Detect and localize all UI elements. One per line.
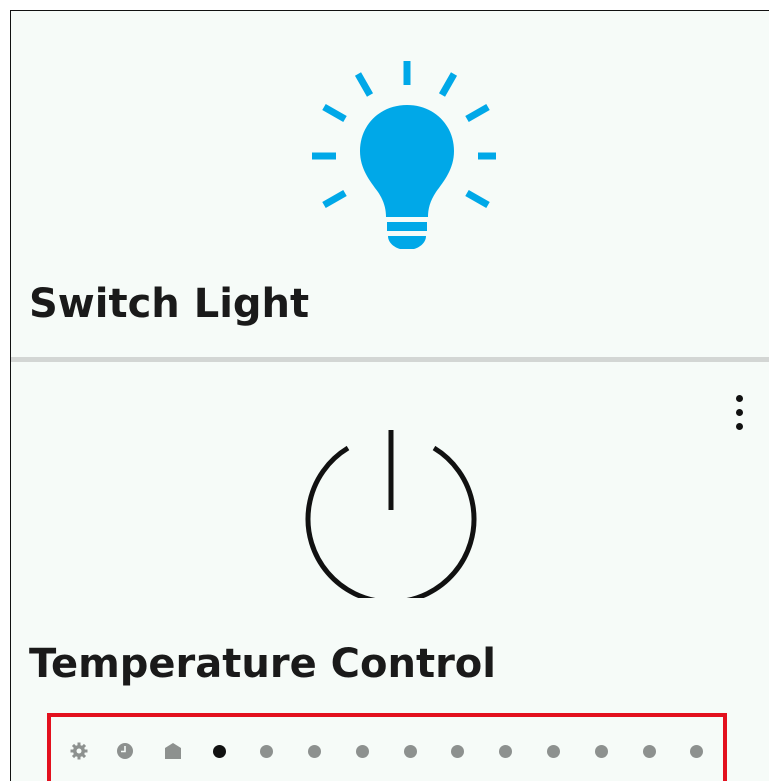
page-dot-7[interactable] <box>496 742 514 760</box>
page-dot <box>594 744 608 758</box>
page-dot <box>450 744 464 758</box>
tile-title: Switch Light <box>29 281 310 327</box>
switch-light-tile[interactable]: Switch Light <box>11 11 769 357</box>
tile-title: Temperature Control <box>29 641 496 687</box>
page-dot <box>403 744 417 758</box>
page-dot-1[interactable] <box>210 742 228 760</box>
page-dot <box>546 744 560 758</box>
page-dot-9[interactable] <box>592 742 610 760</box>
page-dot <box>689 744 703 758</box>
page-indicator <box>47 713 727 781</box>
lightbulb-icon <box>312 61 496 249</box>
page-dot <box>498 744 512 758</box>
page-dot-6[interactable] <box>448 742 466 760</box>
settings-icon <box>70 742 88 760</box>
page-dot-3[interactable] <box>305 742 323 760</box>
more-vertical-icon <box>735 394 743 402</box>
page-dot-8[interactable] <box>544 742 562 760</box>
page-dot-11[interactable] <box>687 742 705 760</box>
device-screen: Switch Light Temperature Control <box>10 10 769 781</box>
home-page-indicator[interactable] <box>164 742 182 760</box>
more-vertical-icon-dot <box>735 422 743 430</box>
page-dot-2[interactable] <box>257 742 275 760</box>
page-dot <box>642 744 656 758</box>
home-icon <box>165 743 181 759</box>
more-vertical-icon-dot <box>735 408 743 416</box>
page-dot-4[interactable] <box>353 742 371 760</box>
page-dot <box>259 744 273 758</box>
page-dot <box>355 744 369 758</box>
clock-page-indicator[interactable] <box>116 742 134 760</box>
clock-icon <box>117 743 133 759</box>
page-dot-10[interactable] <box>640 742 658 760</box>
page-dot <box>307 744 321 758</box>
power-icon <box>305 430 477 598</box>
active-page-dot <box>212 744 226 758</box>
settings-page-indicator[interactable] <box>70 742 88 760</box>
more-options-button[interactable] <box>721 386 757 438</box>
page-dot-5[interactable] <box>401 742 419 760</box>
